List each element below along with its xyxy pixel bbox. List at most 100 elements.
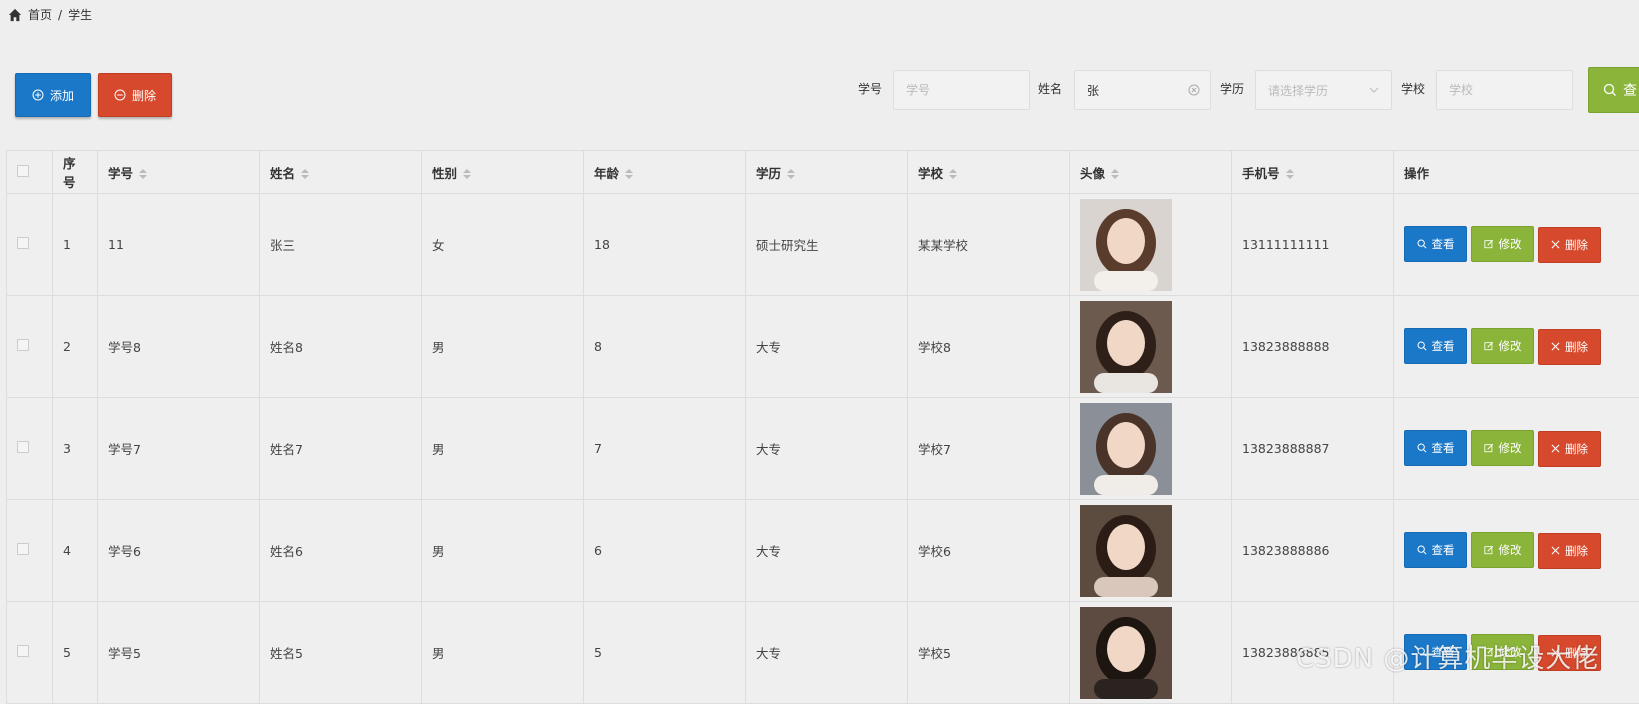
table-row[interactable]: 1 11 张三 女 18 硕士研究生 某某学校 13111111111 查看: [7, 194, 1639, 296]
edit-button[interactable]: 修改: [1471, 532, 1534, 568]
row-delete-button[interactable]: 删除: [1538, 431, 1601, 467]
header-name-label: 姓名: [270, 166, 295, 181]
edit-button[interactable]: 修改: [1471, 328, 1534, 364]
row-checkbox[interactable]: [17, 339, 29, 351]
header-student-no[interactable]: 学号: [98, 151, 260, 194]
header-phone-label: 手机号: [1242, 166, 1280, 181]
row-student-no: 学号8: [98, 296, 260, 398]
view-button[interactable]: 查看: [1404, 532, 1467, 568]
row-checkbox[interactable]: [17, 645, 29, 657]
avatar[interactable]: [1080, 199, 1172, 291]
sort-icon[interactable]: [1286, 169, 1294, 179]
search-button[interactable]: 查: [1588, 67, 1639, 113]
row-phone: 13111111111: [1232, 194, 1394, 296]
header-gender[interactable]: 性别: [422, 151, 584, 194]
row-school: 学校7: [908, 398, 1070, 500]
row-select-cell: [7, 194, 53, 296]
row-gender: 男: [422, 398, 584, 500]
sort-icon[interactable]: [949, 169, 957, 179]
search-button-label: 查: [1623, 80, 1637, 100]
row-education: 大专: [746, 296, 908, 398]
edit-icon: [1484, 545, 1494, 555]
student-table: 序号 学号 姓名 性别 年龄 学历 学校 头像 手机号 操作 1 11 张三 女…: [6, 150, 1639, 704]
sort-icon[interactable]: [625, 169, 633, 179]
school-input[interactable]: [1436, 70, 1573, 110]
row-phone-value: 13823888888: [1242, 339, 1329, 354]
sort-icon[interactable]: [463, 169, 471, 179]
row-name: 张三: [260, 194, 422, 296]
row-student-no: 11: [98, 194, 260, 296]
row-delete-button[interactable]: 删除: [1538, 227, 1601, 263]
row-education-value: 大专: [756, 340, 781, 355]
header-avatar[interactable]: 头像: [1070, 151, 1232, 194]
row-select-cell: [7, 602, 53, 704]
row-avatar: [1070, 602, 1232, 704]
row-avatar: [1070, 194, 1232, 296]
edit-icon: [1484, 239, 1494, 249]
search-icon: [1417, 341, 1427, 351]
search-icon: [1417, 443, 1427, 453]
row-actions: 查看 修改 删除: [1394, 500, 1639, 602]
header-age[interactable]: 年龄: [584, 151, 746, 194]
view-button[interactable]: 查看: [1404, 226, 1467, 262]
sort-icon[interactable]: [139, 169, 147, 179]
header-school-label: 学校: [918, 166, 943, 181]
row-delete-button[interactable]: 删除: [1538, 329, 1601, 365]
avatar[interactable]: [1080, 607, 1172, 699]
row-checkbox[interactable]: [17, 237, 29, 249]
view-button[interactable]: 查看: [1404, 328, 1467, 364]
table-row[interactable]: 2 学号8 姓名8 男 8 大专 学校8 13823888888 查看: [7, 296, 1639, 398]
row-index-value: 2: [63, 339, 71, 354]
view-button-label: 查看: [1432, 440, 1455, 456]
row-index: 3: [53, 398, 98, 500]
row-education: 硕士研究生: [746, 194, 908, 296]
sort-icon[interactable]: [1111, 169, 1119, 179]
row-age-value: 8: [594, 339, 602, 354]
education-select[interactable]: 请选择学历: [1255, 70, 1392, 110]
student-no-input[interactable]: [893, 70, 1030, 110]
row-delete-button[interactable]: 删除: [1538, 533, 1601, 569]
row-gender: 男: [422, 500, 584, 602]
select-all-checkbox[interactable]: [17, 165, 29, 177]
avatar[interactable]: [1080, 301, 1172, 393]
row-index-value: 3: [63, 441, 71, 456]
header-phone[interactable]: 手机号: [1232, 151, 1394, 194]
clear-icon[interactable]: [1188, 84, 1200, 96]
home-icon[interactable]: [8, 8, 22, 22]
avatar[interactable]: [1080, 403, 1172, 495]
row-name-value: 姓名8: [270, 340, 303, 355]
row-age: 8: [584, 296, 746, 398]
view-button[interactable]: 查看: [1404, 430, 1467, 466]
breadcrumb-home[interactable]: 首页: [28, 6, 52, 23]
header-education[interactable]: 学历: [746, 151, 908, 194]
table-row[interactable]: 4 学号6 姓名6 男 6 大专 学校6 13823888886 查看: [7, 500, 1639, 602]
row-delete-button-label: 删除: [1565, 441, 1588, 457]
row-select-cell: [7, 500, 53, 602]
table-row[interactable]: 3 学号7 姓名7 男 7 大专 学校7 13823888887 查看: [7, 398, 1639, 500]
row-phone: 13823888888: [1232, 296, 1394, 398]
sort-icon[interactable]: [787, 169, 795, 179]
close-icon: [1551, 444, 1560, 453]
row-name: 姓名8: [260, 296, 422, 398]
row-student-no: 学号7: [98, 398, 260, 500]
edit-button[interactable]: 修改: [1471, 430, 1534, 466]
avatar[interactable]: [1080, 505, 1172, 597]
row-name-value: 姓名6: [270, 544, 303, 559]
row-age-value: 6: [594, 543, 602, 558]
row-checkbox[interactable]: [17, 441, 29, 453]
row-checkbox[interactable]: [17, 543, 29, 555]
header-school[interactable]: 学校: [908, 151, 1070, 194]
edit-button[interactable]: 修改: [1471, 226, 1534, 262]
close-icon: [1551, 240, 1560, 249]
row-gender-value: 男: [432, 646, 445, 661]
sort-icon[interactable]: [301, 169, 309, 179]
breadcrumb: 首页 / 学生: [8, 6, 92, 23]
row-name-value: 姓名7: [270, 442, 303, 457]
row-index-value: 1: [63, 237, 71, 252]
view-button-label: 查看: [1432, 542, 1455, 558]
header-actions-label: 操作: [1404, 166, 1429, 181]
row-delete-button-label: 删除: [1565, 339, 1588, 355]
row-school-value: 某某学校: [918, 238, 968, 253]
header-name[interactable]: 姓名: [260, 151, 422, 194]
row-name-value: 姓名5: [270, 646, 303, 661]
